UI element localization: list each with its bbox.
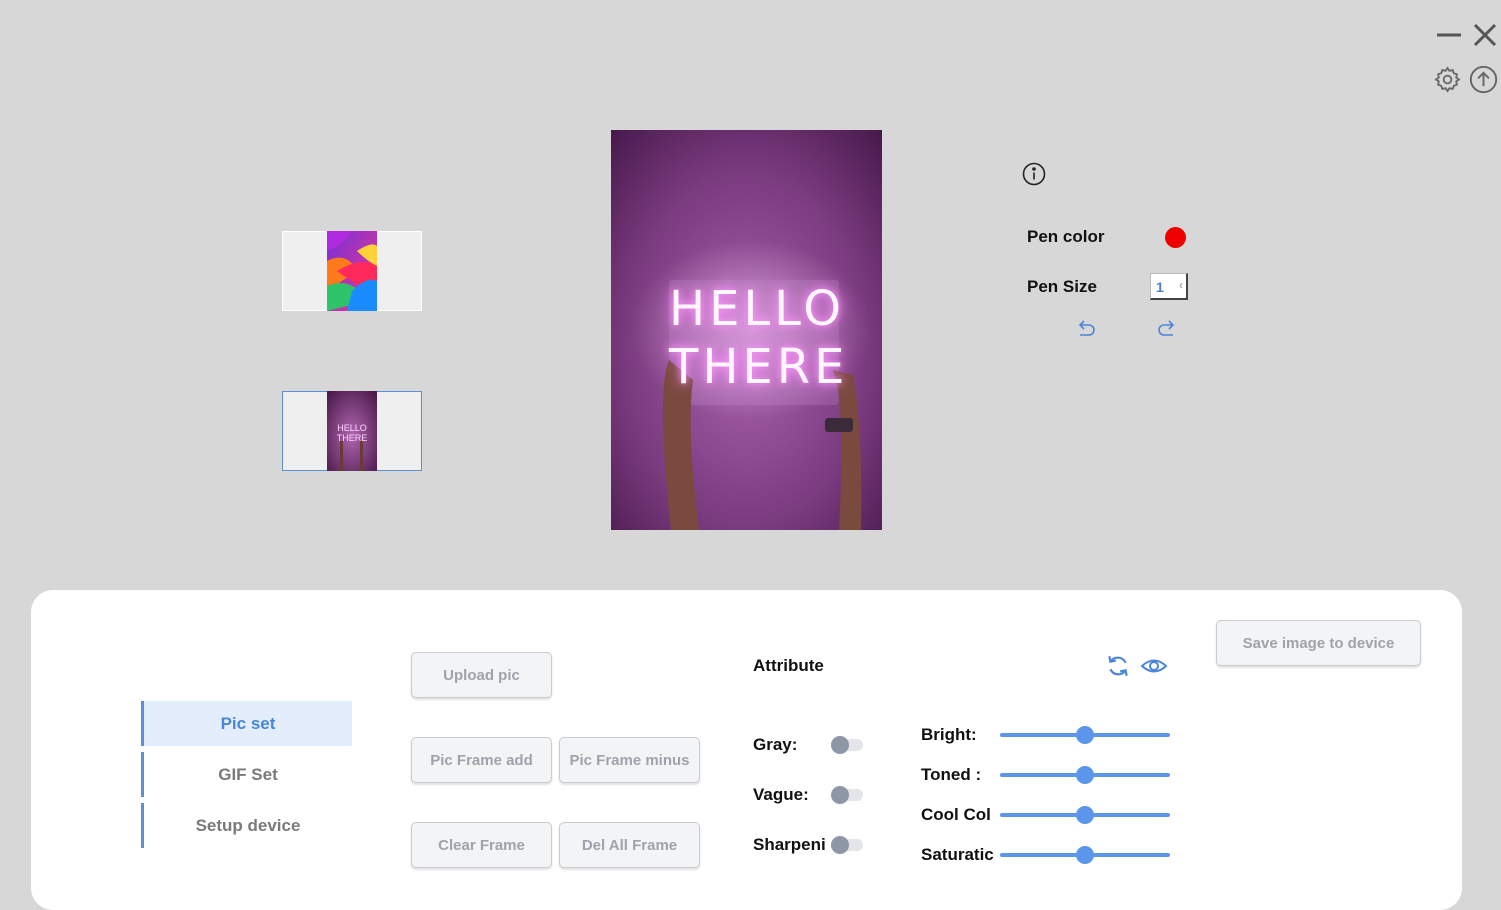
slider-knob[interactable] — [1076, 846, 1094, 864]
nav-setup-device[interactable]: Setup device — [141, 803, 352, 848]
toggle-knob — [831, 786, 849, 804]
nav-pic-set[interactable]: Pic set — [141, 701, 352, 746]
eye-icon[interactable] — [1140, 654, 1168, 683]
slider-knob[interactable] — [1076, 806, 1094, 824]
gear-icon[interactable] — [1433, 65, 1462, 94]
cool-color-label: Cool Col — [921, 805, 991, 824]
thumbnail-2[interactable]: HELLO THERE — [282, 391, 422, 471]
minimize-icon[interactable] — [1436, 28, 1462, 42]
toned-slider[interactable] — [1000, 766, 1170, 784]
thumbnail-1[interactable] — [282, 231, 422, 311]
slider-knob[interactable] — [1076, 766, 1094, 784]
sharpen-toggle[interactable] — [831, 836, 863, 854]
save-image-button[interactable]: Save image to device — [1216, 620, 1421, 666]
neon-sign: HELLO THERE — [669, 280, 849, 396]
neon-line-1: HELLO — [669, 281, 845, 337]
undo-icon[interactable] — [1075, 320, 1097, 345]
vague-label: Vague: — [753, 785, 809, 804]
bright-slider[interactable] — [1000, 726, 1170, 744]
vague-toggle[interactable] — [831, 786, 863, 804]
svg-text:HELLO: HELLO — [337, 423, 367, 433]
gray-label: Gray: — [753, 735, 798, 754]
toggle-knob — [831, 736, 849, 754]
pic-frame-minus-button[interactable]: Pic Frame minus — [559, 737, 700, 783]
toned-label: Toned : — [921, 765, 982, 784]
chevron-left-icon[interactable]: ‹ — [1179, 278, 1183, 292]
thumbnail-image: HELLO THERE — [327, 391, 377, 471]
redo-icon[interactable] — [1156, 320, 1178, 345]
gray-toggle[interactable] — [831, 736, 863, 754]
refresh-icon[interactable] — [1105, 653, 1131, 684]
pen-size-value: 1 — [1156, 279, 1164, 295]
slider-knob[interactable] — [1076, 726, 1094, 744]
toggle-knob — [831, 836, 849, 854]
upload-pic-button[interactable]: Upload pic — [411, 652, 552, 698]
del-all-frame-button[interactable]: Del All Frame — [559, 822, 700, 868]
pen-size-label: Pen Size — [1027, 277, 1097, 296]
bright-label: Bright: — [921, 725, 977, 744]
neon-line-2: THERE — [669, 339, 849, 395]
close-icon[interactable] — [1472, 22, 1498, 48]
info-icon[interactable] — [1022, 162, 1046, 191]
pen-color-label: Pen color — [1027, 227, 1105, 246]
attribute-title: Attribute — [753, 656, 824, 675]
pen-color-swatch[interactable] — [1165, 227, 1186, 248]
sharpen-label: Sharpeni — [753, 835, 826, 854]
saturation-slider[interactable] — [1000, 846, 1170, 864]
clear-frame-button[interactable]: Clear Frame — [411, 822, 552, 868]
nav-gif-set[interactable]: GIF Set — [141, 752, 352, 797]
saturation-label: Saturatic — [921, 845, 994, 864]
image-preview[interactable]: HELLO THERE — [611, 130, 882, 530]
thumbnail-image — [327, 231, 377, 311]
cool-color-slider[interactable] — [1000, 806, 1170, 824]
pen-size-input[interactable]: 1 ‹ — [1150, 273, 1188, 300]
upload-circle-icon[interactable] — [1469, 65, 1498, 94]
pic-frame-add-button[interactable]: Pic Frame add — [411, 737, 552, 783]
